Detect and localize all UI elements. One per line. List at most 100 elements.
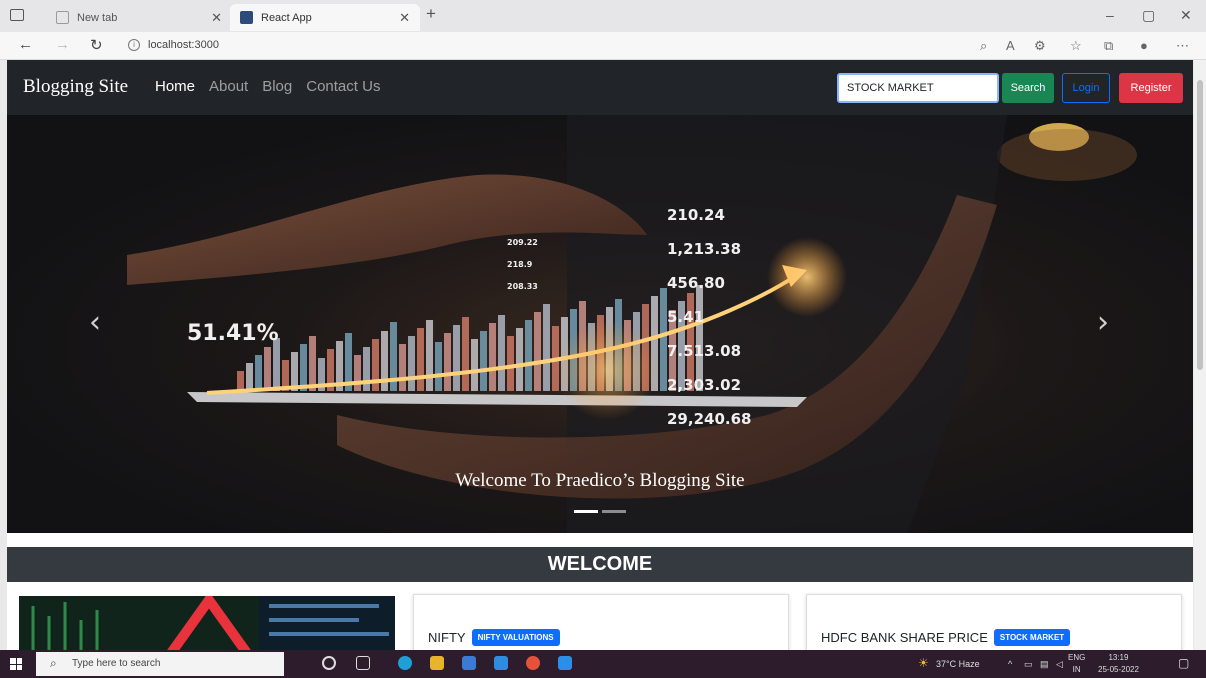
hero-bar (471, 339, 478, 391)
info-icon[interactable]: i (128, 39, 140, 51)
system-clock[interactable]: 13:19 25-05-2022 (1098, 652, 1139, 676)
language-indicator[interactable]: ENG IN (1068, 652, 1085, 676)
blog-card[interactable]: NIFTY NIFTY VALUATIONS (413, 594, 789, 650)
tab-react-app[interactable]: React App ✕ (230, 4, 420, 31)
welcome-heading: WELCOME (7, 547, 1193, 582)
login-button[interactable]: Login (1062, 73, 1110, 103)
search-icon[interactable]: ⌕ (980, 38, 987, 54)
hero-overlay-number: 456.80 (667, 274, 725, 292)
minimize-icon[interactable]: – (1106, 7, 1114, 23)
vscode-icon[interactable] (558, 656, 572, 670)
scrollbar-thumb[interactable] (1197, 80, 1203, 370)
hero-bar (255, 355, 262, 391)
region-code: IN (1072, 665, 1081, 674)
taskbar-search-input[interactable]: ⌕ Type here to search (36, 652, 284, 676)
hero-percent: 51.41% (187, 321, 279, 346)
carousel-prev-icon[interactable]: ‹ (89, 305, 101, 340)
hero-bar (453, 325, 460, 391)
forward-icon[interactable]: → (55, 36, 70, 53)
file-explorer-icon[interactable] (430, 656, 444, 670)
new-tab-button[interactable]: + (426, 4, 436, 24)
hero-bar (435, 342, 442, 391)
page-icon (56, 11, 69, 24)
weather-icon[interactable]: ☀ (918, 656, 929, 670)
read-aloud-icon[interactable]: A (1006, 38, 1015, 53)
weather-text[interactable]: 37°C Haze (936, 659, 980, 669)
carousel-indicator[interactable] (574, 510, 598, 513)
favorites-icon[interactable]: ☆ (1070, 38, 1082, 54)
mail-icon[interactable] (494, 656, 508, 670)
hero-bar (489, 323, 496, 391)
hero-caption: Welcome To Praedico’s Blogging Site (455, 470, 745, 491)
page-scrollbar[interactable] (1194, 60, 1206, 650)
react-app-favicon (240, 11, 253, 24)
edge-icon[interactable] (398, 656, 412, 670)
hero-bar (264, 347, 271, 391)
hero-overlay-number: 1,213.38 (667, 240, 741, 258)
notifications-icon[interactable]: ▢ (1178, 656, 1189, 670)
tab-label: New tab (77, 11, 118, 24)
hero-overlay-small-number: 208.33 (507, 282, 538, 291)
close-window-icon[interactable]: ✕ (1180, 7, 1192, 24)
store-icon[interactable] (462, 656, 476, 670)
network-icon[interactable]: ▤ (1040, 659, 1049, 670)
page-viewport: Blogging Site Home About Blog Contact Us… (7, 60, 1193, 650)
card-title-row: NIFTY NIFTY VALUATIONS (428, 629, 560, 646)
cortana-icon[interactable] (322, 656, 336, 670)
task-view-icon[interactable] (356, 656, 370, 670)
carousel-next-icon[interactable]: › (1097, 305, 1109, 340)
tray-chevron-icon[interactable]: ^ (1008, 659, 1012, 669)
search-input[interactable]: STOCK MARKET (837, 73, 999, 103)
restore-icon[interactable]: ▢ (1142, 7, 1155, 24)
url-text: localhost:3000 (148, 39, 219, 51)
hero-overlay-number: 5.41 (667, 308, 704, 326)
close-icon[interactable]: ✕ (399, 10, 410, 26)
site-brand[interactable]: Blogging Site (23, 76, 128, 98)
clock-time: 13:19 (1108, 653, 1129, 662)
battery-icon[interactable]: ▭ (1024, 659, 1033, 670)
hero-bar (237, 371, 244, 391)
blog-card[interactable]: HDFC BANK SHARE PRICE STOCK MARKET (806, 594, 1182, 650)
search-button[interactable]: Search (1002, 73, 1054, 103)
windows-start-icon[interactable] (10, 658, 22, 670)
hero-bar (354, 355, 361, 391)
collections-icon[interactable]: ⧉ (1104, 38, 1113, 54)
hero-bar (291, 352, 298, 391)
nav-blog[interactable]: Blog (262, 78, 292, 95)
hero-bar (246, 363, 253, 391)
tab-new-tab[interactable]: New tab ✕ (46, 4, 232, 31)
hero-bar (309, 336, 316, 391)
more-icon[interactable]: ⋯ (1176, 38, 1189, 54)
hero-bar (462, 317, 469, 391)
card-title: NIFTY (428, 630, 466, 645)
carousel-indicator[interactable] (602, 510, 626, 513)
refresh-icon[interactable]: ↻ (90, 36, 103, 54)
chrome-icon[interactable] (526, 656, 540, 670)
back-icon[interactable]: ← (18, 36, 33, 53)
tab-actions-icon[interactable] (10, 9, 24, 21)
register-button[interactable]: Register (1119, 73, 1183, 103)
hero-bar (507, 336, 514, 391)
hero-overlay-number: 210.24 (667, 206, 725, 224)
category-badge[interactable]: STOCK MARKET (993, 629, 1071, 646)
close-icon[interactable]: ✕ (211, 10, 222, 26)
extensions-icon[interactable]: ⚙ (1034, 38, 1046, 54)
hero-bar (525, 320, 532, 391)
hero-bar (300, 344, 307, 391)
hero-bar (660, 288, 667, 391)
hero-carousel: 210.24 1,213.38 456.80 5.41 7.513.08 2,303.02… (7, 115, 1193, 533)
stock-chart-image (19, 596, 395, 650)
volume-icon[interactable]: ◁ (1056, 659, 1063, 670)
hero-bar (543, 304, 550, 391)
nav-about[interactable]: About (209, 78, 248, 95)
nav-contact-us[interactable]: Contact Us (306, 78, 380, 95)
profile-icon[interactable]: ● (1140, 38, 1148, 53)
category-badge[interactable]: NIFTY VALUATIONS (471, 629, 560, 646)
tab-label: React App (261, 11, 312, 24)
hero-bar (426, 320, 433, 391)
stock-chart-image-card[interactable] (19, 596, 395, 650)
nav-home[interactable]: Home (155, 78, 195, 95)
url-field[interactable]: i localhost:3000 (128, 39, 219, 51)
browser-tab-strip: New tab ✕ React App ✕ + – ▢ ✕ (0, 0, 1206, 32)
hero-overlay-number: 29,240.68 (667, 410, 751, 428)
